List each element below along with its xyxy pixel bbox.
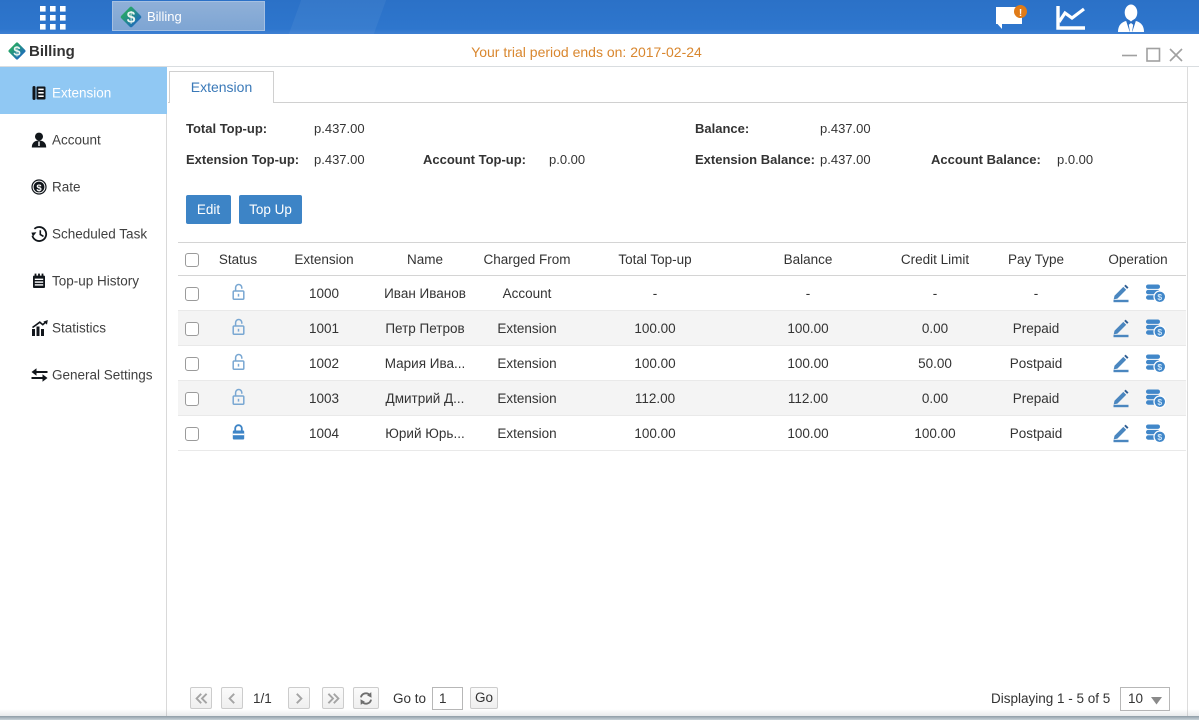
svg-text:$: $ — [127, 10, 136, 27]
svg-text:$: $ — [1157, 327, 1162, 337]
svg-text:$: $ — [1157, 362, 1162, 372]
svg-text:$: $ — [1157, 397, 1162, 407]
svg-text:!: ! — [1019, 8, 1022, 19]
svg-text:$: $ — [36, 183, 42, 194]
svg-text:$: $ — [1157, 292, 1162, 302]
svg-text:$: $ — [1157, 432, 1162, 442]
